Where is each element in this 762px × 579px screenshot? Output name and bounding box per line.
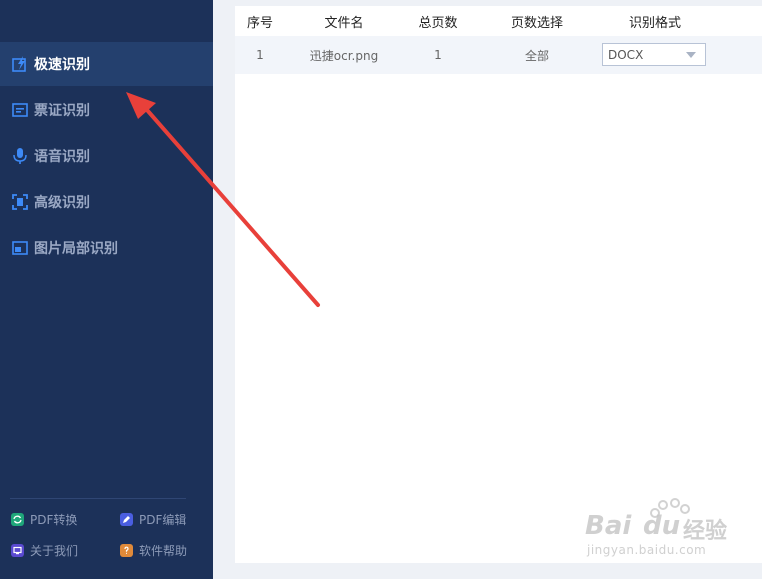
ticket-icon: [12, 102, 28, 118]
sidebar-divider: [10, 498, 186, 499]
about-label: 关于我们: [30, 543, 79, 558]
sidebar-item-image-partial-recognition[interactable]: 图片局部识别: [0, 226, 213, 270]
pdf-edit-label: PDF编辑: [139, 512, 187, 527]
sidebar-item-voice-recognition[interactable]: 语音识别: [0, 134, 213, 178]
table-header: 序号 文件名 总页数 页数选择 识别格式: [235, 6, 762, 36]
table-row[interactable]: 1 迅捷ocr.png 1 全部 DOCX: [235, 36, 762, 74]
pdf-convert-label: PDF转换: [30, 512, 78, 527]
sidebar: 极速识别 票证识别 语音识别 高级识别 图片局部识别 PDF转换 PDF编辑 关…: [0, 0, 213, 579]
format-select[interactable]: DOCX: [602, 43, 706, 66]
pdf-convert-icon: [11, 512, 24, 526]
header-index: 序号: [246, 15, 273, 31]
sidebar-item-ticket-recognition[interactable]: 票证识别: [0, 88, 213, 132]
pdf-convert-link[interactable]: PDF转换: [11, 509, 77, 529]
about-icon: [11, 543, 24, 557]
sidebar-item-label: 图片局部识别: [34, 241, 118, 257]
chevron-down-icon: [686, 52, 696, 58]
row-page-selection[interactable]: 全部: [493, 36, 581, 74]
row-index: 1: [256, 48, 264, 62]
format-select-value: DOCX: [608, 47, 644, 62]
about-link[interactable]: 关于我们: [11, 540, 78, 560]
sidebar-item-label: 票证识别: [34, 103, 90, 119]
pdf-edit-icon: [120, 512, 133, 526]
header-total-pages: 总页数: [418, 15, 458, 31]
sidebar-item-label: 极速识别: [34, 57, 90, 73]
lightning-doc-icon: [12, 56, 28, 72]
help-icon: [120, 543, 133, 557]
sidebar-item-advanced-recognition[interactable]: 高级识别: [0, 180, 213, 224]
sidebar-item-label: 语音识别: [34, 149, 90, 165]
scan-frame-icon: [12, 194, 28, 210]
row-total-pages: 1: [434, 48, 442, 62]
header-page-selection: 页数选择: [510, 15, 563, 31]
pdf-edit-link[interactable]: PDF编辑: [120, 509, 186, 529]
header-filename: 文件名: [324, 15, 364, 31]
microphone-icon: [12, 148, 28, 164]
image-crop-icon: [12, 240, 28, 256]
sidebar-item-fast-recognition[interactable]: 极速识别: [0, 42, 213, 86]
file-list-panel: 序号 文件名 总页数 页数选择 识别格式 1 迅捷ocr.png 1 全部 DO…: [235, 6, 762, 563]
header-format: 识别格式: [628, 15, 681, 31]
sidebar-item-label: 高级识别: [34, 195, 90, 211]
row-filename: 迅捷ocr.png: [309, 48, 379, 63]
help-label: 软件帮助: [139, 543, 188, 558]
help-link[interactable]: 软件帮助: [120, 540, 187, 560]
